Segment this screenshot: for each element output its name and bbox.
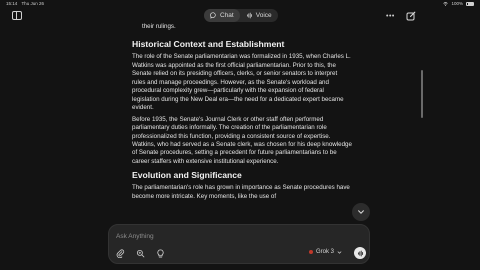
prompt-input[interactable]: [116, 231, 356, 241]
section-heading: Evolution and Significance: [132, 170, 242, 181]
chat-response: their rulings. Historical Context and Es…: [132, 23, 352, 201]
chat-bubble-icon: [210, 12, 216, 19]
tab-chat-label: Chat: [220, 12, 234, 19]
status-left: 15:14 Thu Jun 26: [6, 1, 47, 6]
model-status-icon: [309, 250, 313, 254]
sidebar-toggle-icon[interactable]: [12, 11, 22, 20]
waveform-icon: [246, 12, 252, 19]
composer: Grok 3: [108, 224, 370, 264]
model-name: Grok 3: [316, 249, 335, 255]
status-bar: 15:14 Thu Jun 26 100%: [0, 0, 480, 7]
voice-mode-button[interactable]: [354, 247, 366, 259]
paragraph: Before 1935, the Senate's Journal Clerk …: [132, 115, 352, 165]
chevron-down-icon: [358, 210, 364, 214]
new-chat-icon[interactable]: [406, 11, 416, 21]
paperclip-icon[interactable]: [116, 249, 125, 258]
lightbulb-icon[interactable]: [156, 249, 165, 258]
battery-percent: 100%: [451, 1, 463, 6]
more-options-icon[interactable]: •••: [386, 13, 395, 20]
status-time: 15:14: [6, 1, 18, 6]
scroll-to-bottom-button[interactable]: [352, 203, 370, 221]
mode-switch: Chat Voice: [204, 9, 278, 22]
paragraph: The role of the Senate parliamentarian w…: [132, 53, 351, 112]
status-right: 100%: [443, 1, 474, 6]
waveform-icon: [357, 250, 363, 256]
tab-voice[interactable]: Voice: [240, 9, 278, 22]
chevron-down-icon: [337, 250, 342, 254]
battery-icon: [466, 1, 474, 6]
paragraph: The parliamentarian's role has grown in …: [132, 184, 350, 200]
deep-search-icon[interactable]: [136, 249, 145, 258]
scrollbar[interactable]: [421, 70, 423, 118]
wifi-icon: [443, 1, 449, 6]
paragraph-fragment: their rulings.: [142, 23, 176, 30]
tab-chat[interactable]: Chat: [204, 9, 240, 22]
status-date: Thu Jun 26: [21, 1, 44, 6]
model-selector[interactable]: Grok 3: [309, 249, 342, 255]
tab-voice-label: Voice: [255, 12, 272, 19]
composer-tools: [116, 249, 165, 258]
section-heading: Historical Context and Establishment: [132, 39, 285, 50]
